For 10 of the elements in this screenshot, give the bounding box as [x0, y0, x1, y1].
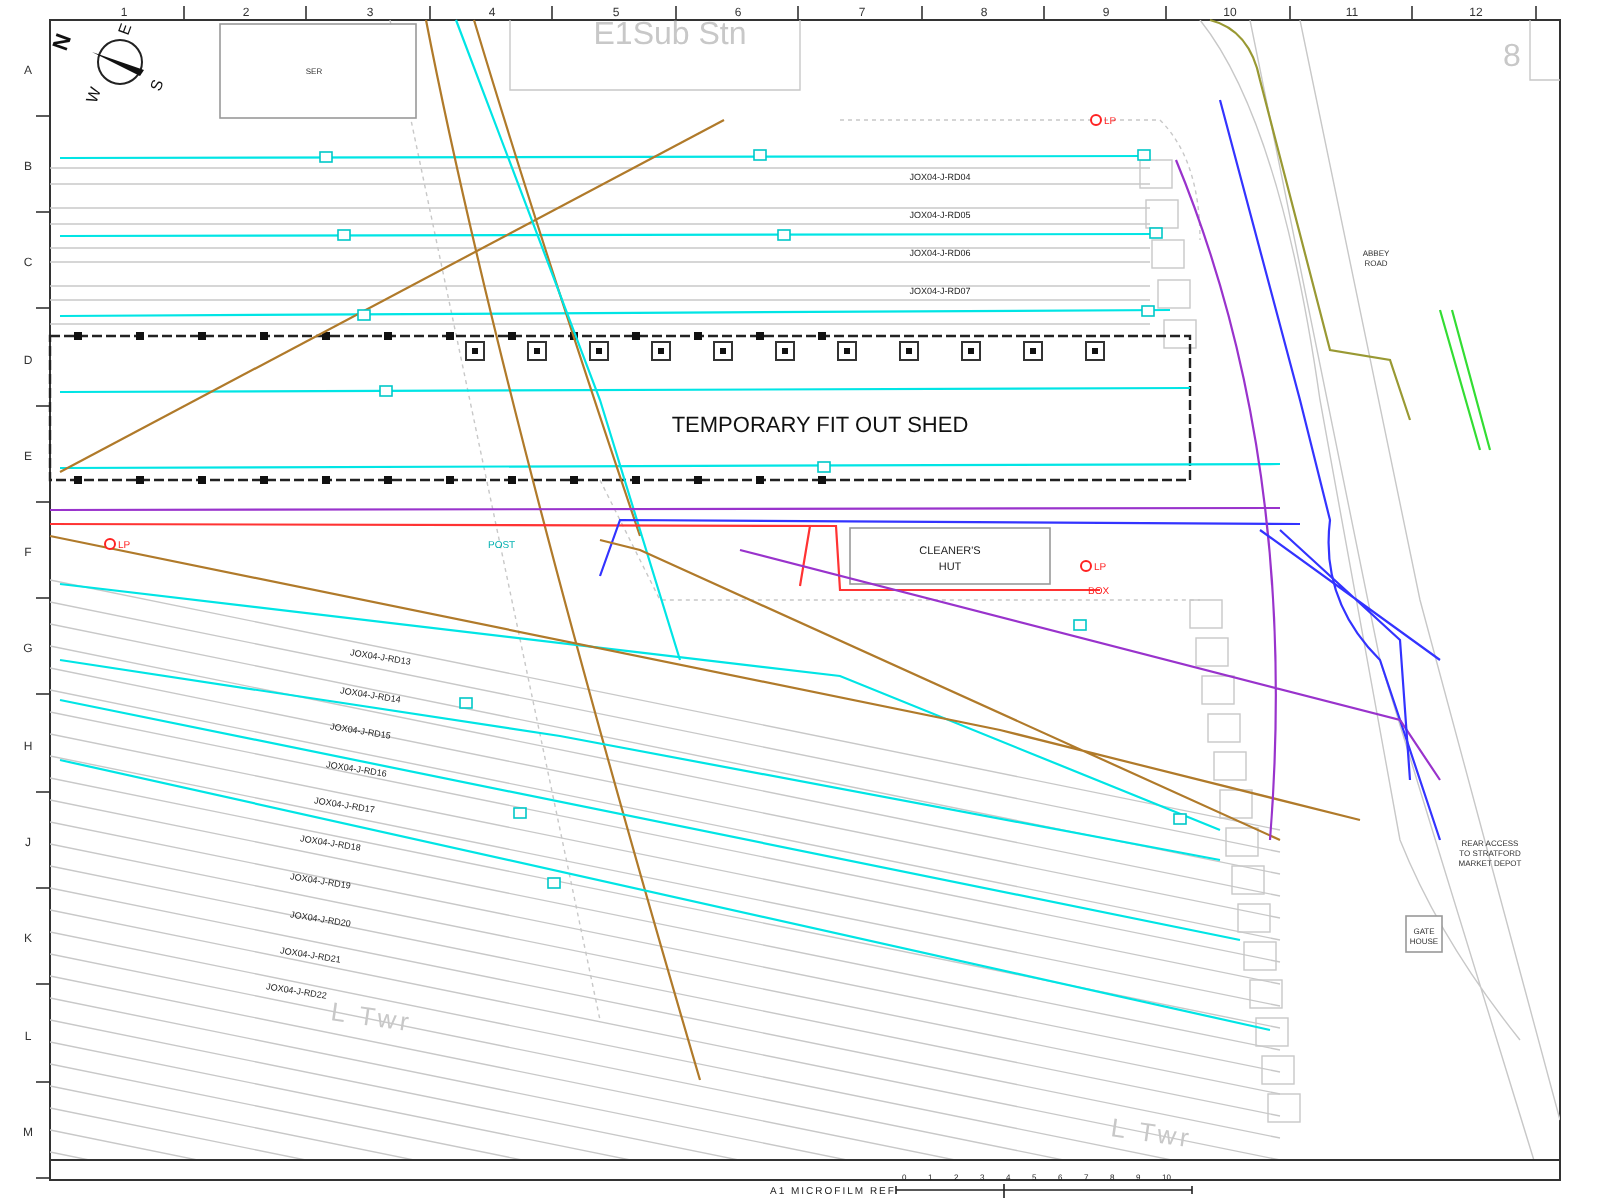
lamp-post-icon — [1090, 114, 1102, 126]
lamp-post-icon — [1080, 560, 1092, 572]
compass-west-letter: W — [82, 85, 105, 106]
compass-rose-icon — [92, 39, 144, 85]
compass-north-letter: N — [49, 30, 78, 55]
lamp-post-icon — [104, 538, 116, 550]
building-outline — [1405, 915, 1443, 953]
building-label: TEMPORARY FIT OUT SHED — [671, 414, 969, 438]
compass-south-letter: S — [146, 77, 168, 94]
compass-east-letter: E — [114, 21, 136, 38]
